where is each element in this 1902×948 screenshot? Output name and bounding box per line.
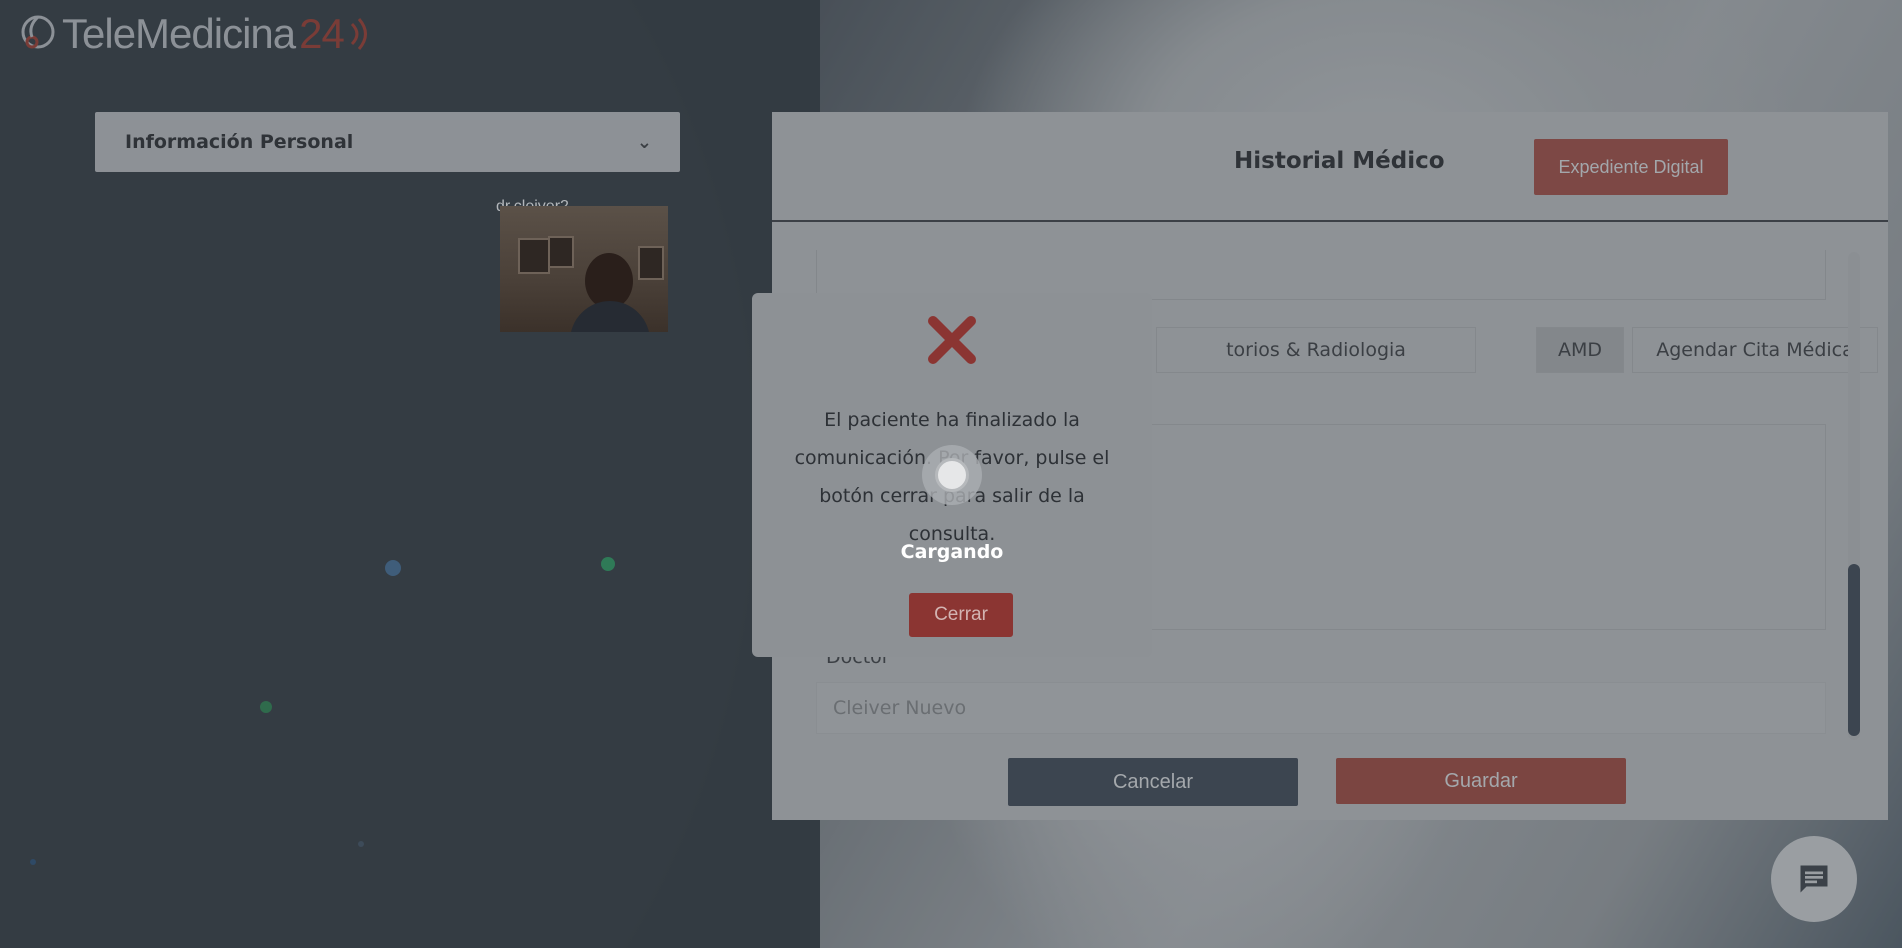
panel-title: Historial Médico — [1234, 148, 1445, 174]
loading-text: Cargando — [900, 541, 1004, 563]
close-x-icon — [928, 316, 976, 364]
expediente-digital-button[interactable]: Expediente Digital — [1534, 139, 1728, 195]
personal-info-label: Información Personal — [125, 131, 354, 153]
personal-info-dropdown[interactable]: Información Personal ⌄ — [95, 112, 680, 172]
video-feed[interactable] — [500, 206, 668, 332]
tab-laboratorios-radiologia[interactable]: torios & Radiologia — [1156, 327, 1476, 373]
cancel-button[interactable]: Cancelar — [1008, 758, 1298, 806]
save-button[interactable]: Guardar — [1336, 758, 1626, 804]
panel-header: Historial Médico Expediente Digital — [772, 112, 1888, 222]
close-button[interactable]: Cerrar — [909, 593, 1013, 637]
chat-button[interactable] — [1771, 836, 1857, 922]
decor-dot — [30, 859, 36, 865]
decor-dot — [385, 560, 401, 576]
doctor-field[interactable]: Cleiver Nuevo — [816, 682, 1826, 734]
decor-dot — [601, 557, 615, 571]
stethoscope-icon — [21, 15, 55, 49]
panel-scrollbar-thumb[interactable] — [1848, 564, 1860, 736]
loading-spinner-icon — [922, 445, 982, 505]
decor-dot — [260, 701, 272, 713]
session-ended-dialog: El paciente ha finalizado la comunicació… — [752, 293, 1152, 657]
tab-amd[interactable]: AMD — [1536, 327, 1624, 373]
app-logo[interactable]: TeleMedicina 24 — [18, 10, 374, 58]
decor-dot — [358, 841, 364, 847]
chevron-down-icon: ⌄ — [636, 131, 652, 153]
logo-text: TeleMedicina — [62, 10, 296, 57]
logo-number: 24 — [299, 10, 345, 57]
signal-icon — [350, 18, 367, 50]
chat-icon — [1800, 865, 1828, 893]
tab-agendar-cita[interactable]: Agendar Cita Médica — [1632, 327, 1878, 373]
